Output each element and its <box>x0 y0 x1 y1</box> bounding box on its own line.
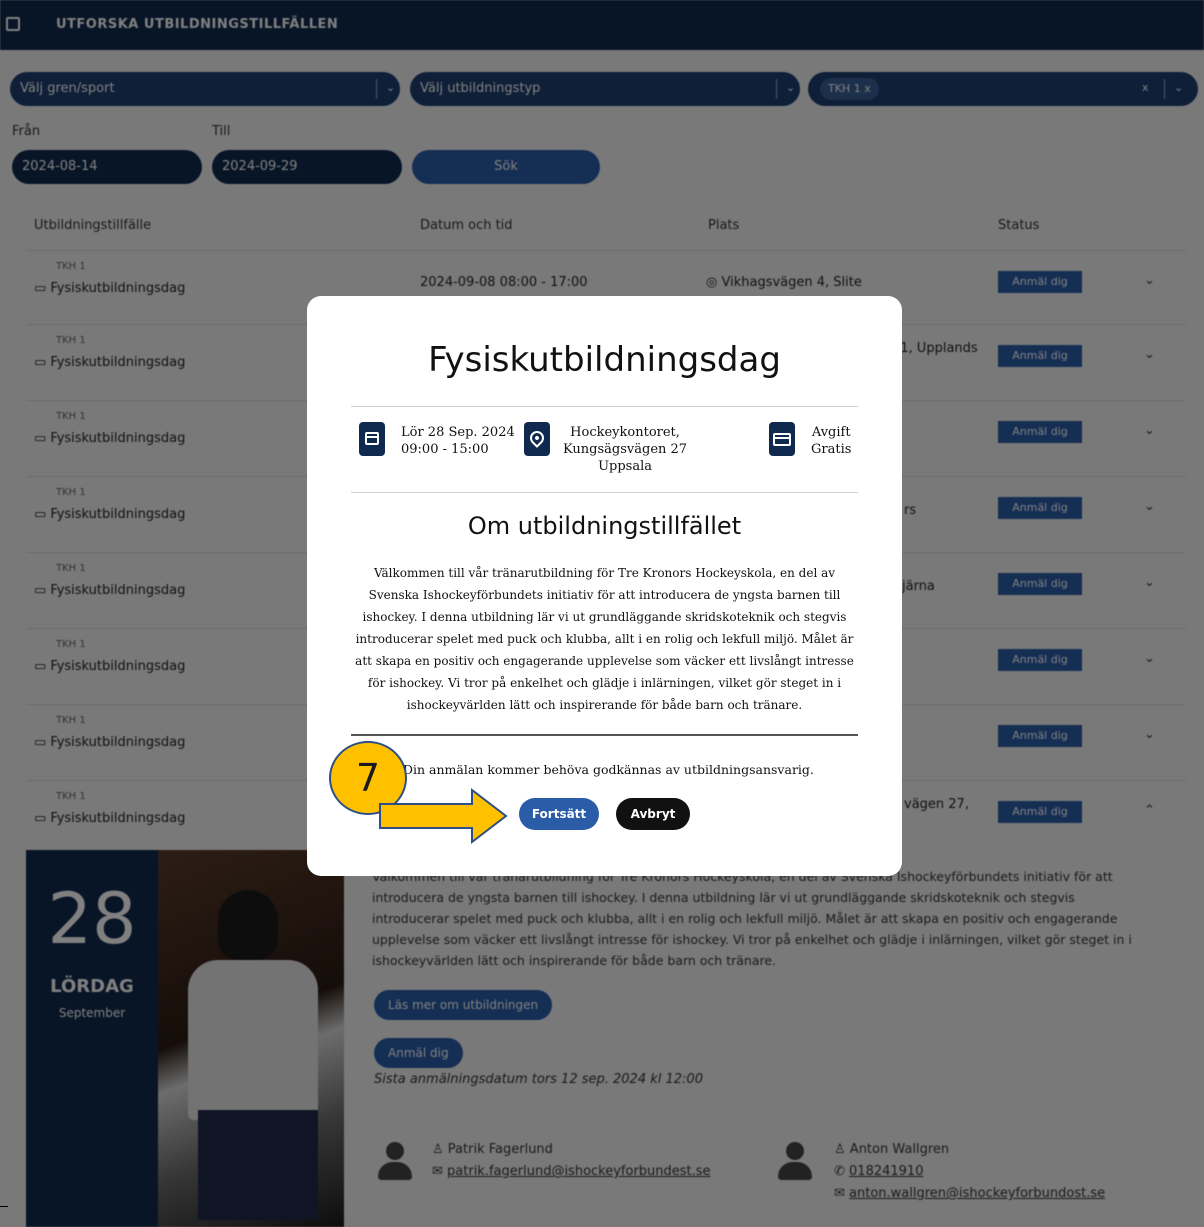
contact-email[interactable]: ✉ anton.wallgren@ishockeyforbundost.se <box>834 1186 1105 1201</box>
to-date-input[interactable]: 2024-09-29 <box>212 150 402 184</box>
chevron-down-icon[interactable]: ⌄ <box>1144 423 1155 438</box>
row-tag: TKH 1 <box>56 261 86 272</box>
chevron-down-icon: ⌄ <box>386 81 396 94</box>
contact-name: ♙ Patrik Fagerlund <box>432 1142 553 1157</box>
register-button[interactable]: Anmäl dig <box>998 573 1082 595</box>
sport-select[interactable]: Välj gren/sport ⌄ <box>10 72 400 106</box>
row-name: ▭ Fysiskutbildningsdag <box>34 431 186 446</box>
detail-description: Välkommen till vår tränarutbildning för … <box>372 869 1132 968</box>
row-name: ▭ Fysiskutbildningsdag <box>34 507 186 522</box>
location-pin-icon <box>524 422 550 456</box>
divider <box>351 492 858 493</box>
register-button[interactable]: Anmäl dig <box>998 271 1082 293</box>
row-name: ▭ Fysiskutbildningsdag <box>34 735 186 750</box>
last-registration-date: Sista anmälningsdatum tors 12 sep. 2024 … <box>374 1072 703 1087</box>
chevron-down-icon[interactable]: ⌄ <box>1144 499 1155 514</box>
calendar-icon <box>359 422 385 456</box>
row-tag: TKH 1 <box>56 335 86 346</box>
page-title: UTFORSKA UTBILDNINGSTILLFÄLLEN <box>56 17 339 32</box>
divider <box>0 1206 8 1207</box>
row-place: 11, Upplands <box>892 341 978 356</box>
chevron-down-icon[interactable]: ⌄ <box>1144 347 1155 362</box>
modal-place: Hockeykontoret, Kungsägsvägen 27 Uppsala <box>563 425 688 474</box>
register-button[interactable]: Anmäl dig <box>998 497 1082 519</box>
from-label: Från <box>12 124 41 139</box>
column-header: Plats <box>708 218 740 233</box>
row-date: 2024-09-08 08:00 - 17:00 <box>420 275 588 290</box>
search-button[interactable]: Sök <box>412 150 600 184</box>
row-tag: TKH 1 <box>56 791 86 802</box>
row-name: ▭ Fysiskutbildningsdag <box>34 583 186 598</box>
modal-about-heading: Om utbildningstillfället <box>467 512 742 540</box>
approval-note: Din anmälan kommer behöva godkännas av u… <box>403 762 814 777</box>
row-name: ▭ Fysiskutbildningsdag <box>34 659 186 674</box>
detail-month: September <box>58 1006 126 1020</box>
level-select[interactable]: TKH 1 x x ⌄ <box>808 72 1198 106</box>
type-select-placeholder: Välj utbildningstyp <box>420 81 541 96</box>
detail-register-button[interactable]: Anmäl dig <box>374 1038 463 1068</box>
modal-title: Fysiskutbildningsdag <box>428 340 781 380</box>
calendar-icon <box>6 17 20 31</box>
modal-fee: Avgift Gratis <box>811 425 852 457</box>
contact-phone[interactable]: ✆ 018241910 <box>834 1164 923 1179</box>
divider <box>351 406 858 407</box>
column-header: Status <box>998 218 1040 233</box>
detail-date-panel: 28 LÖRDAG September <box>26 850 158 1227</box>
avatar <box>778 1142 812 1182</box>
chevron-down-icon[interactable]: ⌄ <box>1144 575 1155 590</box>
row-tag: TKH 1 <box>56 487 86 498</box>
column-header: Datum och tid <box>420 218 513 233</box>
modal-about-text: Välkommen till vår tränarutbildning för … <box>355 566 854 712</box>
modal-date: Lör 28 Sep. 2024 09:00 - 15:00 <box>401 425 515 457</box>
chevron-down-icon: ⌄ <box>786 81 796 94</box>
clear-icon[interactable]: x <box>1142 81 1149 94</box>
column-header: Utbildningstillfälle <box>34 218 152 233</box>
row-place: ◎ Vikhagsvägen 4, Slite <box>706 275 862 290</box>
row-tag: TKH 1 <box>56 411 86 422</box>
row-place: rs <box>904 503 917 518</box>
top-bar: UTFORSKA UTBILDNINGSTILLFÄLLEN <box>0 0 1204 50</box>
row-tag: TKH 1 <box>56 563 86 574</box>
register-button[interactable]: Anmäl dig <box>998 345 1082 367</box>
continue-button[interactable]: Fortsätt <box>519 798 599 830</box>
detail-weekday: LÖRDAG <box>50 976 134 997</box>
detail-day: 28 <box>47 878 137 960</box>
contact-name: ♙ Anton Wallgren <box>834 1142 950 1157</box>
row-tag: TKH 1 <box>56 715 86 726</box>
row-place: järna <box>902 579 935 594</box>
cancel-button[interactable]: Avbryt <box>616 798 690 830</box>
sport-select-placeholder: Välj gren/sport <box>20 81 115 96</box>
register-button[interactable]: Anmäl dig <box>998 649 1082 671</box>
row-name: ▭ Fysiskutbildningsdag <box>34 281 186 296</box>
chevron-up-icon[interactable]: ⌃ <box>1144 803 1155 818</box>
register-button[interactable]: Anmäl dig <box>998 421 1082 443</box>
avatar <box>378 1142 412 1182</box>
divider <box>351 734 858 736</box>
chevron-down-icon[interactable]: ⌄ <box>1144 651 1155 666</box>
payment-card-icon <box>769 422 795 456</box>
chevron-down-icon: ⌄ <box>1174 81 1184 94</box>
chevron-down-icon[interactable]: ⌄ <box>1144 273 1155 288</box>
register-button[interactable]: Anmäl dig <box>998 725 1082 747</box>
event-photo <box>158 850 344 1227</box>
register-button[interactable]: Anmäl dig <box>998 801 1082 823</box>
from-date-input[interactable]: 2024-08-14 <box>12 150 202 184</box>
row-name: ▭ Fysiskutbildningsdag <box>34 355 186 370</box>
row-place: vägen 27, <box>904 797 969 812</box>
type-select[interactable]: Välj utbildningstyp ⌄ <box>410 72 800 106</box>
to-label: Till <box>212 124 231 139</box>
contact-email[interactable]: ✉ patrik.fagerlund@ishockeyforbundest.se <box>432 1164 711 1179</box>
row-name: ▭ Fysiskutbildningsdag <box>34 811 186 826</box>
chevron-down-icon[interactable]: ⌄ <box>1144 727 1155 742</box>
to-date-value: 2024-09-29 <box>222 159 298 174</box>
read-more-button[interactable]: Läs mer om utbildningen <box>374 990 553 1020</box>
annotation-arrow-icon <box>379 787 508 845</box>
from-date-value: 2024-08-14 <box>22 159 98 174</box>
selected-chip[interactable]: TKH 1 x <box>820 78 879 100</box>
row-tag: TKH 1 <box>56 639 86 650</box>
